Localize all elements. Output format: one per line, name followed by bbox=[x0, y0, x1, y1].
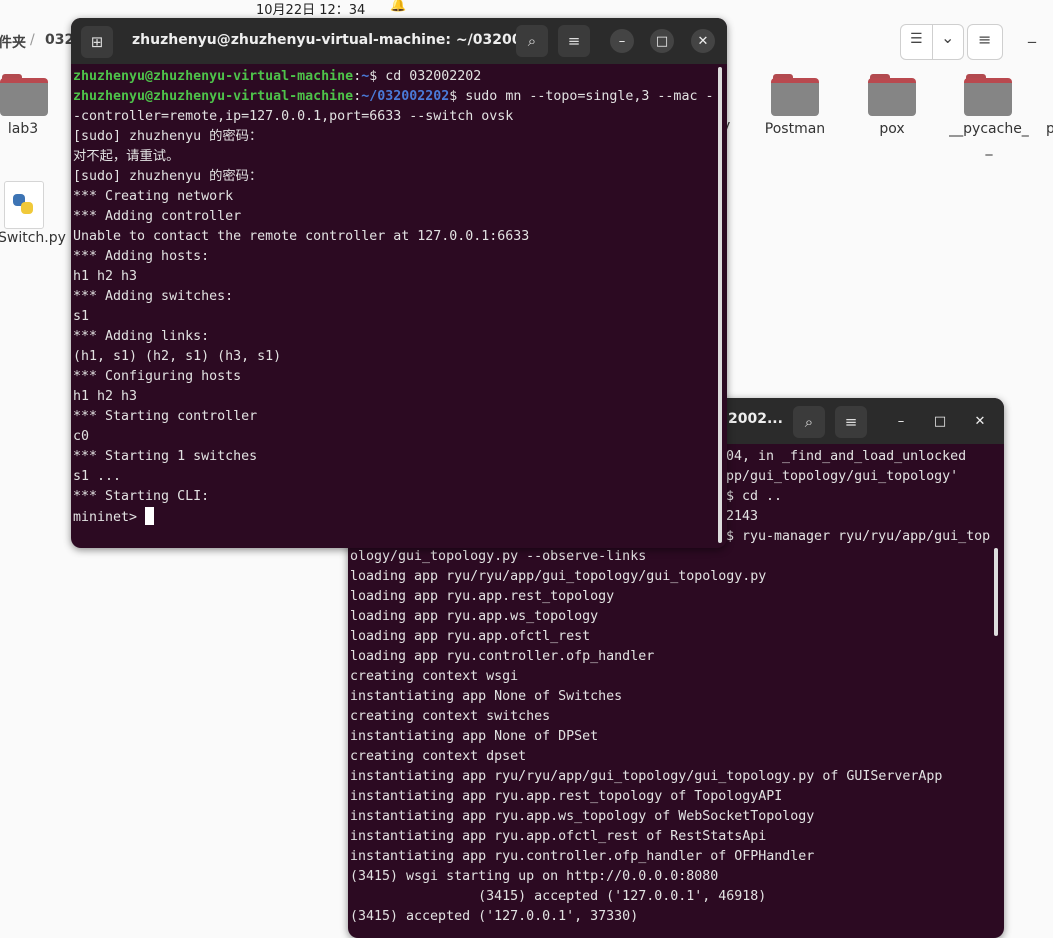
terminal-line: *** Creating network bbox=[73, 189, 234, 204]
hamburger-icon[interactable]: ≡ bbox=[558, 25, 590, 57]
terminal-line: instantiating app None of Switches bbox=[350, 689, 623, 704]
list-view-icon: ☰ bbox=[910, 31, 923, 47]
terminal-line: $ cd .. bbox=[726, 489, 783, 504]
terminal-line: loading app ryu.controller.ofp_handler bbox=[350, 649, 655, 664]
folder-label-pycache[interactable]: __pycache_ bbox=[944, 121, 1034, 137]
terminal-line: (3415) accepted ('127.0.0.1', 46918) bbox=[350, 889, 767, 904]
terminal-line: 04, in _find_and_load_unlocked bbox=[726, 449, 967, 464]
terminal-line: -controller=remote,ip=127.0.0.1,port=663… bbox=[73, 109, 514, 124]
terminal-line: h1 h2 h3 bbox=[73, 389, 138, 404]
terminal-line: instantiating app ryu.app.ofctl_rest of … bbox=[350, 829, 767, 844]
terminal-line: $ ryu-manager ryu/ryu/app/gui_top bbox=[726, 529, 991, 544]
terminal-line: (h1, s1) (h2, s1) (h3, s1) bbox=[73, 349, 282, 364]
maximize-icon[interactable]: □ bbox=[650, 29, 674, 53]
terminal-line: loading app ryu.app.ofctl_rest bbox=[350, 629, 591, 644]
terminal-line: 对不起，请重试。 bbox=[73, 149, 180, 164]
folder-label-lab3[interactable]: lab3 bbox=[0, 121, 46, 137]
terminal-line: creating context dpset bbox=[350, 749, 527, 764]
terminal-line: s1 bbox=[73, 309, 90, 324]
folder-icon[interactable] bbox=[0, 74, 48, 116]
folder-icon[interactable] bbox=[771, 74, 819, 116]
terminal-input-line[interactable]: mininet> bbox=[73, 507, 155, 528]
terminal-line: instantiating app ryu/ryu/app/gui_topolo… bbox=[350, 769, 943, 784]
clock[interactable]: 10月22日 12：34 bbox=[256, 0, 365, 18]
search-icon[interactable]: ⌕ bbox=[793, 406, 825, 438]
terminal-line: loading app ryu.app.rest_topology bbox=[350, 589, 615, 604]
terminal-line: creating context switches bbox=[350, 709, 551, 724]
terminal-line: loading app ryu.app.ws_topology bbox=[350, 609, 599, 624]
command: $ cd 032002202 bbox=[369, 69, 482, 84]
terminal-line: zhuzhenyu@zhuzhenyu-virtual-machine:~$ c… bbox=[73, 67, 481, 87]
terminal-line: *** Starting controller bbox=[73, 409, 258, 424]
minimize-icon[interactable]: – bbox=[610, 29, 634, 53]
terminal-line: *** Starting 1 switches bbox=[73, 449, 258, 464]
terminal-line: *** Starting CLI: bbox=[73, 489, 210, 504]
terminal-line: creating context wsgi bbox=[350, 669, 519, 684]
terminal-line: h1 h2 h3 bbox=[73, 269, 138, 284]
folder-label-cut-right: p bbox=[1046, 121, 1053, 137]
folder-label-pox[interactable]: pox bbox=[862, 121, 922, 137]
terminal-line: loading app ryu/ryu/app/gui_topology/gui… bbox=[350, 569, 767, 584]
terminal-line: pp/gui_topology/gui_topology' bbox=[726, 469, 959, 484]
chevron-down-icon: ⌄ bbox=[941, 28, 955, 47]
window-title: zhuzhenyu@zhuzhenyu-virtual-machine: ~/0… bbox=[132, 32, 548, 48]
prompt-cwd: ~/032002202 bbox=[361, 89, 450, 104]
python-file-icon[interactable] bbox=[4, 181, 44, 229]
terminal-line: *** Adding controller bbox=[73, 209, 242, 224]
terminal-titlebar[interactable]: ⊞ zhuzhenyu@zhuzhenyu-virtual-machine: ~… bbox=[71, 18, 727, 64]
terminal-line: [sudo] zhuzhenyu 的密码： bbox=[73, 129, 263, 144]
terminal-line: zhuzhenyu@zhuzhenyu-virtual-machine:~/03… bbox=[73, 87, 713, 107]
terminal-line: Unable to contact the remote controller … bbox=[73, 229, 530, 244]
hamburger-icon: ≡ bbox=[978, 30, 992, 49]
breadcrumb-separator: / bbox=[30, 32, 35, 48]
terminal-line: instantiating app ryu.controller.ofp_han… bbox=[350, 849, 815, 864]
divider bbox=[932, 25, 933, 59]
terminal-line: instantiating app None of DPSet bbox=[350, 729, 599, 744]
menu-button[interactable]: ≡ bbox=[967, 24, 1003, 60]
terminal-window-mininet[interactable]: ⊞ zhuzhenyu@zhuzhenyu-virtual-machine: ~… bbox=[71, 18, 727, 548]
prompt-user: zhuzhenyu@zhuzhenyu-virtual-machine bbox=[73, 89, 354, 104]
terminal-line: c0 bbox=[73, 429, 90, 444]
breadcrumb-parent[interactable]: 件夹 bbox=[0, 32, 26, 52]
terminal-line: instantiating app ryu.app.rest_topology … bbox=[350, 789, 783, 804]
folder-icon[interactable] bbox=[964, 74, 1012, 116]
terminal-line: s1 ... bbox=[73, 469, 122, 484]
file-label-switch-py[interactable]: Switch.py bbox=[0, 230, 66, 246]
terminal-line: *** Adding links: bbox=[73, 329, 210, 344]
hamburger-icon[interactable]: ≡ bbox=[835, 406, 867, 438]
terminal-line: ology/gui_topology.py --observe-links bbox=[350, 549, 647, 564]
view-toggle-button[interactable]: ☰ ⌄ bbox=[900, 24, 964, 60]
new-tab-icon[interactable]: ⊞ bbox=[81, 26, 113, 58]
terminal-line: [sudo] zhuzhenyu 的密码： bbox=[73, 169, 263, 184]
cli-prompt: mininet> bbox=[73, 510, 146, 525]
bell-icon[interactable]: 🔔 bbox=[390, 0, 406, 13]
scrollbar[interactable] bbox=[994, 548, 998, 636]
scrollbar[interactable] bbox=[718, 67, 722, 543]
breadcrumb-current[interactable]: 032 bbox=[45, 32, 74, 48]
text-cursor bbox=[145, 507, 155, 525]
close-icon[interactable]: ✕ bbox=[968, 409, 992, 433]
terminal-line: (3415) wsgi starting up on http://0.0.0.… bbox=[350, 869, 719, 884]
command: $ sudo mn --topo=single,3 --mac - bbox=[449, 89, 714, 104]
terminal-line: instantiating app ryu.app.ws_topology of… bbox=[350, 809, 815, 824]
terminal-line: 2143 bbox=[726, 509, 759, 524]
terminal-line: *** Adding switches: bbox=[73, 289, 234, 304]
window-title: 2002... bbox=[728, 411, 783, 427]
maximize-icon[interactable]: □ bbox=[928, 409, 952, 433]
terminal-line: *** Adding hosts: bbox=[73, 249, 210, 264]
terminal-line: (3415) accepted ('127.0.0.1', 37330) bbox=[350, 909, 639, 924]
folder-label-pycache-cont: _ bbox=[985, 140, 993, 156]
top-bar: 10月22日 12：34 🔔 bbox=[0, 0, 1053, 18]
search-icon[interactable]: ⌕ bbox=[516, 25, 548, 57]
minimize-icon[interactable]: – bbox=[889, 409, 913, 433]
minimize-icon[interactable]: _ bbox=[1028, 24, 1036, 43]
terminal-line: *** Configuring hosts bbox=[73, 369, 242, 384]
folder-icon[interactable] bbox=[868, 74, 916, 116]
prompt-user: zhuzhenyu@zhuzhenyu-virtual-machine bbox=[73, 69, 354, 84]
close-icon[interactable]: ✕ bbox=[691, 29, 715, 53]
folder-label-postman[interactable]: Postman bbox=[755, 121, 835, 137]
